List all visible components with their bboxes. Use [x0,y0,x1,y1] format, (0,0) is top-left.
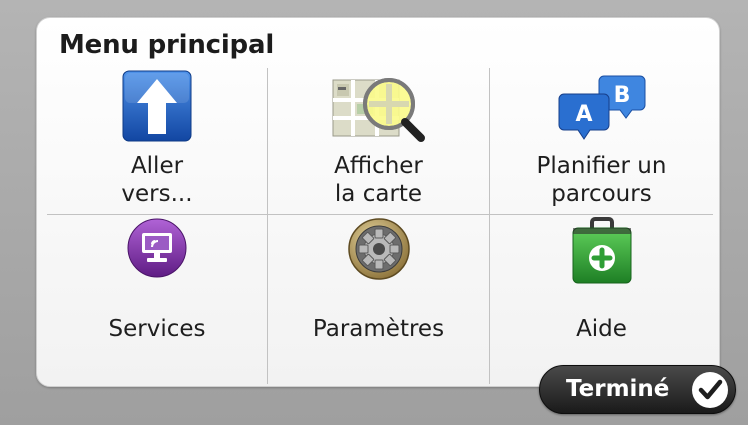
menu-item-services[interactable]: Services [47,215,268,384]
page-title: Menu principal [59,30,275,60]
done-button-label: Terminé [566,376,670,402]
menu-item-afficher-carte[interactable]: Afficher la carte [268,68,490,215]
menu-item-label: Aller vers... [121,153,193,207]
menu-item-label: Services [108,316,206,342]
menu-item-planifier-parcours[interactable]: B A Planifier un parcours [490,68,713,215]
menu-item-aller-vers[interactable]: Aller vers... [47,68,268,215]
svg-text:B: B [613,83,630,108]
checkmark-icon [692,372,728,408]
menu-item-label: Afficher la carte [334,153,423,207]
route-ab-icon: B A [556,70,648,146]
menu-item-aide[interactable]: Aide [490,215,713,384]
services-monitor-icon [127,217,187,283]
up-arrow-icon [122,70,192,146]
main-menu-panel: Menu principal Aller vers... Afficher la… [36,17,720,387]
menu-item-label: Aide [576,316,627,342]
map-magnifier-icon [331,70,427,146]
menu-item-label: Planifier un parcours [536,153,667,207]
menu-grid: Aller vers... Afficher la carte B A Plan… [47,68,713,384]
gear-icon [347,217,411,285]
menu-item-label: Paramètres [312,316,445,342]
svg-text:A: A [575,102,592,127]
menu-item-parametres[interactable]: Paramètres [268,215,490,384]
done-button[interactable]: Terminé [539,365,736,414]
first-aid-kit-icon [571,217,633,289]
